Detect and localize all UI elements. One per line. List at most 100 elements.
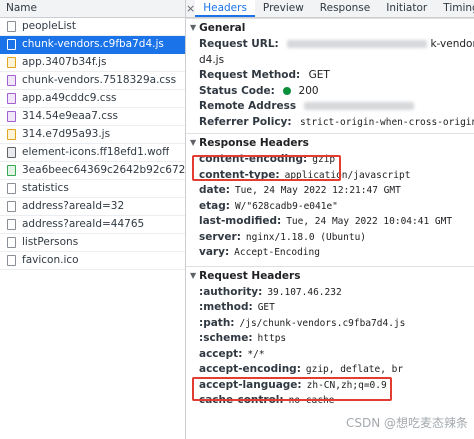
- general-section-title: General: [199, 22, 246, 34]
- request-headers-section-header[interactable]: ▼ Request Headers: [186, 265, 474, 285]
- status-code-value: 200: [298, 84, 319, 97]
- request-header-row: :scheme: https: [186, 331, 474, 347]
- tab-list: HeadersPreviewResponseInitiatorTimingCoo…: [195, 0, 474, 17]
- close-icon[interactable]: ×: [186, 0, 195, 17]
- response-header-value: application/javascript: [284, 169, 411, 181]
- request-name: statistics: [22, 182, 69, 194]
- document-icon: [7, 21, 16, 32]
- document-icon: [7, 219, 16, 230]
- request-header-value: zh-CN,zh;q=0.9: [306, 379, 387, 391]
- request-header-value: /js/chunk-vendors.c9fba7d4.js: [239, 317, 406, 329]
- request-row[interactable]: statistics: [0, 180, 185, 198]
- request-method-key: Request Method:: [199, 69, 301, 81]
- request-header-row: :path: /js/chunk-vendors.c9fba7d4.js: [186, 316, 474, 332]
- request-row[interactable]: app.3407b34f.js: [0, 54, 185, 72]
- general-section-header[interactable]: ▼ General: [186, 18, 474, 37]
- tab-timing[interactable]: Timing: [435, 0, 474, 17]
- request-header-value: https: [257, 333, 287, 344]
- tab-initiator[interactable]: Initiator: [378, 0, 435, 17]
- request-row[interactable]: favicon.ico: [0, 252, 185, 270]
- response-header-key: vary:: [199, 246, 230, 258]
- request-header-row: accept-language: zh-CN,zh;q=0.9: [186, 378, 474, 394]
- response-header-value: W/"628cadb9-e041e": [234, 200, 338, 212]
- response-header-key: content-type:: [199, 168, 280, 181]
- script-file-icon: [7, 57, 16, 68]
- request-header-key: :authority:: [199, 285, 263, 298]
- request-row[interactable]: address?areaId=32: [0, 198, 185, 216]
- request-name: 314.54e9eaa7.css: [22, 110, 118, 122]
- document-icon: [7, 183, 16, 194]
- request-name: 3ea6beec64369c2642b92c6726f1...: [22, 164, 185, 176]
- script-file-icon: [7, 39, 16, 50]
- tab-preview[interactable]: Preview: [255, 0, 312, 17]
- response-header-key: server:: [199, 230, 241, 243]
- request-name: chunk-vendors.7518329a.css: [22, 74, 177, 86]
- request-url-row-2: d4.js: [186, 53, 474, 69]
- document-icon: [7, 201, 16, 212]
- triangle-down-icon: ▼: [190, 270, 197, 280]
- response-header-row: server: nginx/1.18.0 (Ubuntu): [186, 230, 474, 246]
- request-headers-list: :authority: 39.107.46.232:method: GET:path…: [186, 285, 474, 409]
- request-name: 314.e7d95a93.js: [22, 128, 111, 140]
- referrer-policy-key: Referrer Policy:: [199, 115, 292, 128]
- request-header-key: :method:: [199, 301, 253, 313]
- response-header-key: content-encoding:: [199, 153, 308, 165]
- request-header-value: 39.107.46.232: [267, 286, 342, 298]
- request-list-pane: Name peopleList chunk-vendors.c9fba7d4.js…: [0, 0, 186, 439]
- request-name: address?areaId=32: [22, 200, 125, 212]
- request-row[interactable]: chunk-vendors.c9fba7d4.js: [0, 36, 185, 54]
- request-row[interactable]: 3ea6beec64369c2642b92c6726f1...: [0, 162, 185, 180]
- response-headers-section-header[interactable]: ▼ Response Headers: [186, 133, 474, 152]
- request-row[interactable]: 314.54e9eaa7.css: [0, 108, 185, 126]
- request-row[interactable]: address?areaId=44765: [0, 216, 185, 234]
- request-header-key: cache-control:: [199, 394, 284, 406]
- document-icon: [7, 237, 16, 248]
- request-header-value: */*: [247, 348, 265, 360]
- tab-headers[interactable]: Headers: [195, 0, 255, 17]
- status-code-key: Status Code:: [199, 84, 275, 97]
- document-icon: [7, 255, 16, 266]
- request-name: chunk-vendors.c9fba7d4.js: [22, 38, 164, 50]
- request-header-key: :path:: [199, 316, 235, 329]
- request-url-line2: d4.js: [199, 53, 225, 66]
- remote-address-row: Remote Address: [186, 99, 474, 115]
- response-header-key: date:: [199, 184, 230, 196]
- request-url-key: Request URL:: [199, 38, 279, 50]
- stylesheet-file-icon: [7, 111, 16, 122]
- request-row[interactable]: peopleList: [0, 18, 185, 36]
- response-header-row: content-encoding: gzip: [186, 152, 474, 168]
- request-header-key: :scheme:: [199, 332, 253, 344]
- image-file-icon: [7, 165, 16, 176]
- request-details-pane: × HeadersPreviewResponseInitiatorTimingC…: [186, 0, 474, 439]
- request-name: address?areaId=44765: [22, 218, 145, 230]
- name-column-header[interactable]: Name: [0, 0, 185, 18]
- request-header-value: gzip, deflate, br: [305, 364, 404, 375]
- request-row[interactable]: chunk-vendors.7518329a.css: [0, 72, 185, 90]
- response-header-key: etag:: [199, 199, 230, 212]
- request-header-row: accept-encoding: gzip, deflate, br: [186, 362, 474, 378]
- request-row[interactable]: element-icons.ff18efd1.woff: [0, 144, 185, 162]
- request-header-key: accept-language:: [199, 378, 302, 391]
- request-name: favicon.ico: [22, 254, 79, 266]
- request-row[interactable]: 314.e7d95a93.js: [0, 126, 185, 144]
- tab-response[interactable]: Response: [312, 0, 378, 17]
- referrer-policy-value: strict-origin-when-cross-origin: [299, 116, 474, 128]
- request-header-value: no-cache: [288, 395, 335, 406]
- response-header-value: Accept-Encoding: [234, 247, 320, 258]
- request-method-row: Request Method: GET: [186, 68, 474, 84]
- request-header-key: accept-encoding:: [199, 363, 301, 375]
- remote-address-key: Remote Address: [199, 100, 297, 112]
- response-header-value: gzip: [312, 154, 336, 165]
- request-header-key: accept:: [199, 347, 243, 360]
- request-method-value: GET: [308, 69, 330, 81]
- response-headers-list: content-encoding: gzip content-type: applic…: [186, 152, 474, 261]
- redacted-url: [287, 40, 428, 48]
- request-name: peopleList: [22, 20, 76, 32]
- request-row[interactable]: app.a49cddc9.css: [0, 90, 185, 108]
- response-header-row: content-type: application/javascript: [186, 168, 474, 184]
- request-row[interactable]: listPersons: [0, 234, 185, 252]
- triangle-down-icon: ▼: [190, 23, 197, 32]
- response-header-value: nginx/1.18.0 (Ubuntu): [245, 231, 367, 243]
- csdn-watermark: CSDN @想吃麦态辣条: [345, 416, 468, 430]
- referrer-policy-row: Referrer Policy: strict-origin-when-cros…: [186, 115, 474, 131]
